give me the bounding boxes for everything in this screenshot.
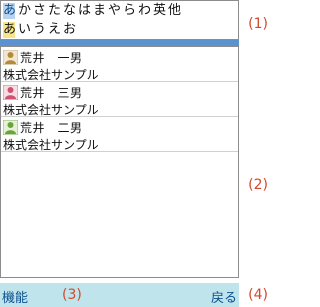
index-tab-ra[interactable]: ら: [123, 3, 136, 19]
contact-name: 荒井 三男: [20, 85, 83, 100]
annotation-marker-2: (2): [248, 177, 268, 193]
index-row-top: あ か さ た な は ま や ら わ 英 他: [1, 1, 238, 20]
person-green-icon: [3, 119, 18, 135]
list-item[interactable]: 荒井 三男 株式会社サンプル: [1, 82, 238, 117]
contact-name: 荒井 二男: [20, 120, 83, 135]
index-tab-ta-other[interactable]: 他: [168, 3, 181, 19]
index-tab-ta[interactable]: た: [48, 3, 61, 19]
person-brown-icon: [3, 49, 18, 65]
subindex-o[interactable]: お: [63, 22, 76, 38]
contact-company: 株式会社サンプル: [3, 68, 99, 82]
list-item[interactable]: 荒井 二男 株式会社サンプル: [1, 117, 238, 152]
contact-company: 株式会社サンプル: [3, 138, 99, 152]
index-tab-ka[interactable]: か: [18, 3, 31, 19]
index-tab-ha[interactable]: は: [78, 3, 91, 19]
subindex-e[interactable]: え: [48, 22, 61, 38]
index-panel: あ か さ た な は ま や ら わ 英 他 あ い う え お: [0, 0, 239, 40]
list-item[interactable]: 荒井 一男 株式会社サンプル: [1, 47, 238, 82]
contact-name: 荒井 一男: [20, 50, 83, 65]
function-softkey[interactable]: 機能: [2, 287, 28, 306]
index-tab-ma[interactable]: ま: [93, 3, 106, 19]
person-pink-icon: [3, 84, 18, 100]
subindex-u[interactable]: う: [33, 22, 46, 38]
annotation-marker-3: (3): [62, 287, 82, 303]
index-tab-a[interactable]: あ: [3, 2, 16, 19]
contact-company: 株式会社サンプル: [3, 103, 99, 117]
subindex-i[interactable]: い: [18, 22, 31, 38]
softkey-bar: 機能 戻る: [0, 283, 239, 307]
annotation-marker-4: (4): [248, 287, 268, 303]
index-tab-na[interactable]: な: [63, 3, 76, 19]
contact-list: 荒井 一男 株式会社サンプル 荒井 三男 株式会社サンプル 荒井 二男 株式会社…: [0, 46, 239, 278]
back-softkey[interactable]: 戻る: [211, 287, 237, 306]
index-tab-sa[interactable]: さ: [33, 3, 46, 19]
subindex-a[interactable]: あ: [3, 21, 16, 38]
index-row-bottom: あ い う え お: [1, 20, 238, 39]
index-tab-ei[interactable]: 英: [153, 3, 166, 19]
index-tab-wa[interactable]: わ: [138, 3, 151, 19]
index-tab-ya[interactable]: や: [108, 3, 121, 19]
annotation-marker-1: (1): [248, 16, 268, 32]
